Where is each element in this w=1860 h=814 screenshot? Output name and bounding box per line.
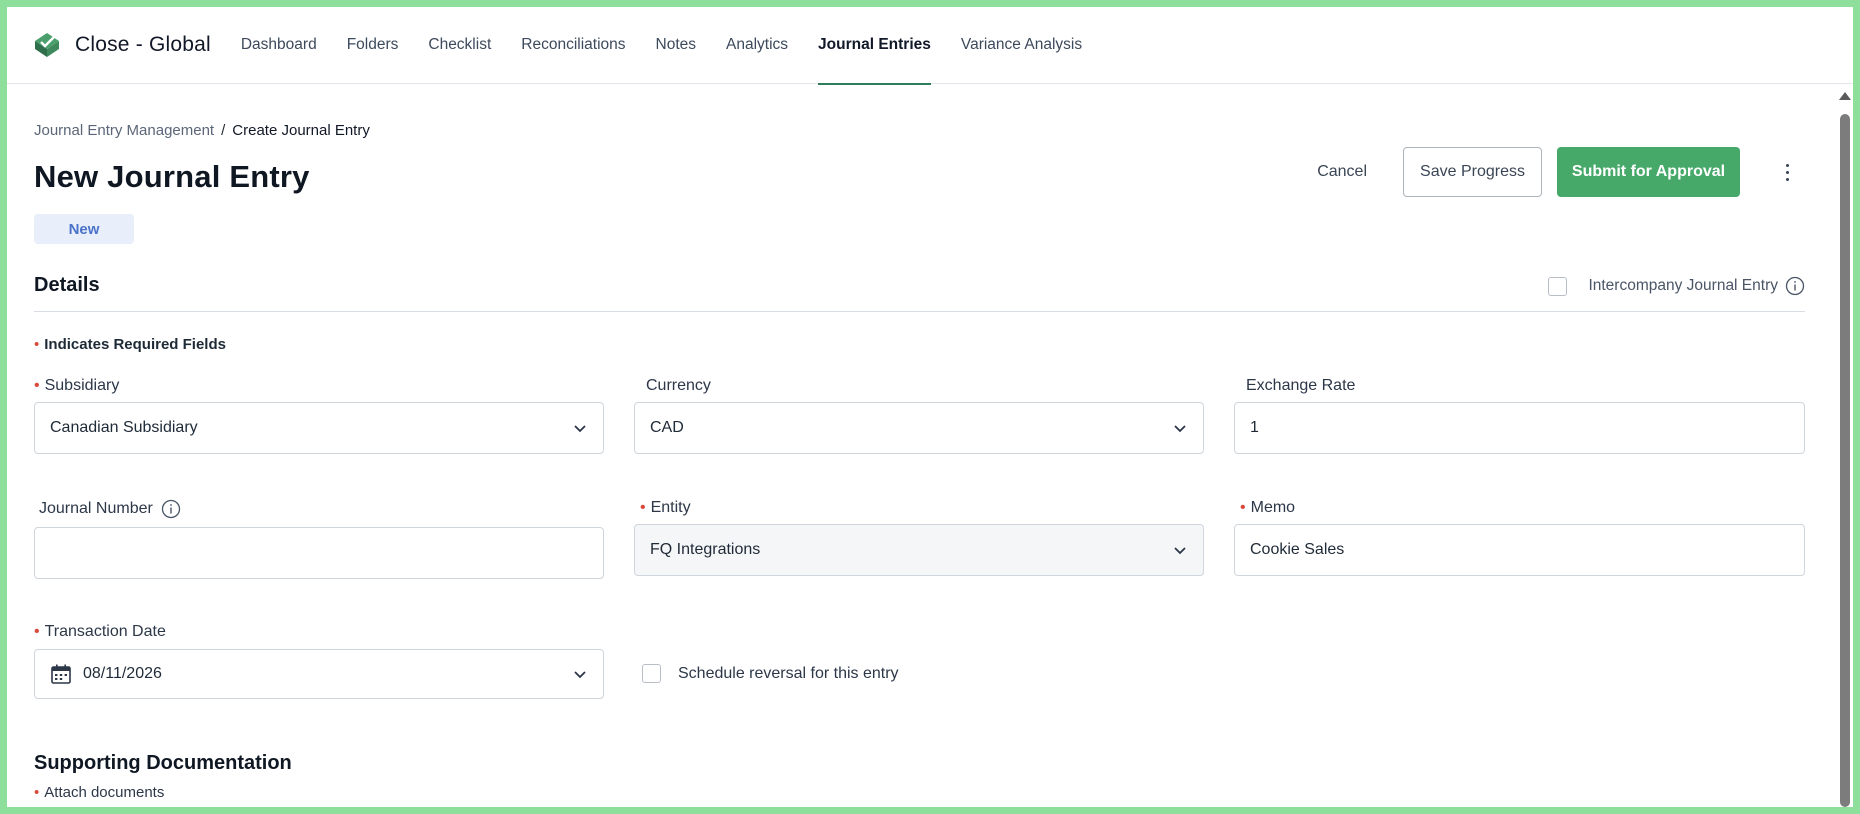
scroll-thumb[interactable] [1840,114,1850,807]
chevron-down-icon [574,671,586,679]
currency-label-text: Currency [646,377,711,394]
attach-documents-text: Attach documents [44,784,165,801]
chevron-down-icon [1174,547,1186,555]
subsidiary-value: Canadian Subsidiary [50,419,198,436]
cancel-button[interactable]: Cancel [1317,163,1367,181]
app-window: Close - Global Dashboard Folders Checkli… [7,7,1853,807]
required-dot: • [640,499,646,516]
info-icon[interactable] [1785,276,1805,296]
breadcrumb-separator: / [221,122,226,139]
journal-number-input[interactable] [34,527,604,579]
required-dot: • [34,336,40,353]
details-title: Details [34,274,100,296]
currency-value: CAD [650,419,684,436]
details-section-header: Details Intercompany Journal Entry [34,274,1805,312]
exchange-rate-input[interactable]: 1 [1234,402,1805,454]
transaction-date-label: • Transaction Date [34,623,166,641]
schedule-reversal-label: Schedule reversal for this entry [678,664,899,682]
breadcrumb-parent-link[interactable]: Journal Entry Management [34,122,214,139]
more-options-icon[interactable] [1777,163,1797,181]
page-title: New Journal Entry [34,159,310,194]
nav-items: Dashboard Folders Checklist Reconciliati… [241,7,1112,85]
entity-label-text: Entity [650,499,691,516]
main-content: Journal Entry Management / Create Journa… [34,84,1814,807]
nav-item-journal-entries[interactable]: Journal Entries [818,7,931,85]
memo-input[interactable]: Cookie Sales [1234,524,1805,576]
chevron-down-icon [1174,425,1186,433]
logo-icon [35,33,59,57]
required-fields-note: • Indicates Required Fields [34,336,226,353]
nav-item-reconciliations[interactable]: Reconciliations [521,7,625,84]
exchange-rate-label: Exchange Rate [1246,377,1355,395]
subsidiary-label-text: Subsidiary [44,377,120,394]
exchange-rate-label-text: Exchange Rate [1246,377,1356,394]
scroll-up-arrow-icon[interactable] [1839,92,1851,100]
calendar-icon [51,664,71,684]
nav-item-folders[interactable]: Folders [347,7,399,84]
chevron-down-icon [574,425,586,433]
attach-documents-label: • Attach documents [34,784,164,801]
nav-item-notes[interactable]: Notes [656,7,697,84]
nav-item-dashboard[interactable]: Dashboard [241,7,317,84]
entity-value: FQ Integrations [650,541,761,558]
schedule-reversal-option: Schedule reversal for this entry [642,664,899,683]
intercompany-option: Intercompany Journal Entry [1548,276,1805,296]
journal-number-label-text: Journal Number [39,500,153,517]
required-dot: • [34,623,40,640]
status-badge: New [34,214,134,244]
required-note-text: Indicates Required Fields [44,336,226,353]
intercompany-checkbox[interactable] [1548,276,1568,296]
info-icon[interactable] [161,499,181,519]
intercompany-label: Intercompany Journal Entry [1588,277,1778,294]
save-progress-button[interactable]: Save Progress [1403,147,1542,197]
entity-label: • Entity [640,499,691,517]
required-dot: • [34,784,40,801]
brand[interactable]: Close - Global [33,31,211,59]
header-actions: Cancel Save Progress Submit for Approval [1317,147,1814,197]
transaction-date-label-text: Transaction Date [44,623,166,640]
breadcrumb-current: Create Journal Entry [232,122,370,139]
transaction-date-picker[interactable]: 08/11/2026 [34,649,604,699]
nav-item-analytics[interactable]: Analytics [726,7,788,84]
top-nav: Close - Global Dashboard Folders Checkli… [7,7,1853,85]
memo-value: Cookie Sales [1250,541,1345,558]
required-dot: • [34,377,40,394]
currency-select[interactable]: CAD [634,402,1204,454]
subsidiary-label: • Subsidiary [34,377,119,395]
transaction-date-value: 08/11/2026 [83,665,162,682]
nav-item-variance-analysis[interactable]: Variance Analysis [961,7,1082,84]
memo-label-text: Memo [1250,499,1296,516]
breadcrumb: Journal Entry Management / Create Journa… [34,122,370,139]
schedule-reversal-checkbox[interactable] [642,664,661,683]
currency-label: Currency [646,377,711,395]
vertical-scrollbar[interactable] [1835,84,1853,807]
supporting-documentation-title: Supporting Documentation [34,752,292,774]
memo-label: • Memo [1240,499,1295,517]
required-dot: • [1240,499,1246,516]
entity-select[interactable]: FQ Integrations [634,524,1204,576]
journal-number-label: Journal Number [39,499,181,519]
exchange-rate-value: 1 [1250,419,1259,436]
app-name: Close - Global [75,33,211,56]
submit-for-approval-button[interactable]: Submit for Approval [1557,147,1740,197]
nav-item-checklist[interactable]: Checklist [428,7,491,84]
subsidiary-select[interactable]: Canadian Subsidiary [34,402,604,454]
